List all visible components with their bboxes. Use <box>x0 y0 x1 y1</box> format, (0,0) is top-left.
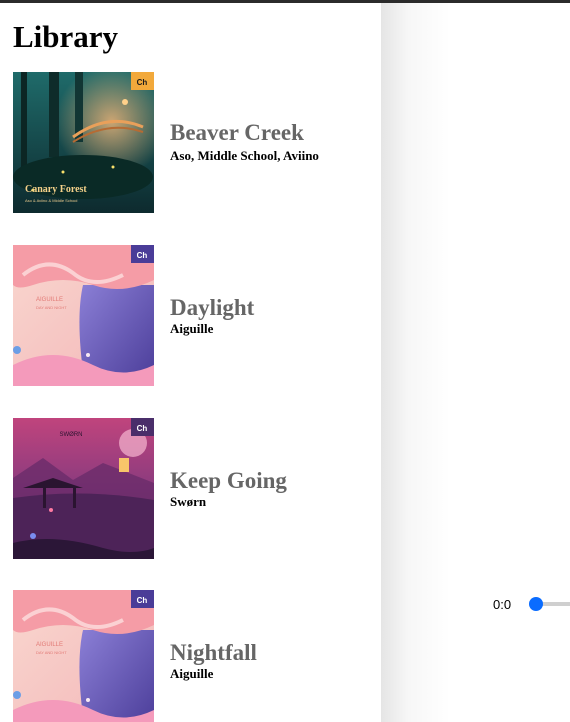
cover-subtext: Aso & Aviino & Middle School <box>25 198 78 203</box>
cover-badge: Ch <box>137 596 148 605</box>
album-cover: Ch AIGUILLE DAY AND NIGHT <box>13 590 154 722</box>
player-panel <box>451 3 570 722</box>
cover-badge: Ch <box>137 251 148 260</box>
cover-badge: Ch <box>137 78 148 87</box>
track-item-keep-going[interactable]: Ch SWØRN Keep Going Swørn <box>13 418 373 559</box>
album-cover: Ch Canary Forest Aso & Aviino & Middle S… <box>13 72 154 213</box>
cover-text: SWØRN <box>60 432 83 438</box>
track-title: Nightfall <box>170 640 257 665</box>
cover-subtext: DAY AND NIGHT <box>36 650 67 655</box>
track-title: Keep Going <box>170 468 287 493</box>
track-artist: Aiguille <box>170 666 214 681</box>
library-title: Library <box>13 19 119 54</box>
cover-text: AIGUILLE <box>36 297 63 303</box>
album-cover: Ch AIGUILLE DAY AND NIGHT <box>13 245 154 386</box>
track-item-nightfall[interactable]: Ch AIGUILLE DAY AND NIGHT Nightfall Aigu… <box>13 590 373 722</box>
library-panel: Library Ch Canary Forest Aso & Aviino & … <box>0 3 381 722</box>
track-item-daylight[interactable]: Ch AIGUILLE DAY AND NIGHT Daylight Aigui… <box>13 245 373 386</box>
panel-shadow <box>381 3 451 722</box>
track-artist: Aso, Middle School, Aviino <box>170 148 319 163</box>
current-time: 0:0 <box>493 597 512 612</box>
progress-slider-thumb[interactable] <box>529 597 543 611</box>
track-artist: Swørn <box>170 494 207 509</box>
cover-badge: Ch <box>137 424 148 433</box>
track-item-beaver-creek[interactable]: Ch Canary Forest Aso & Aviino & Middle S… <box>13 72 373 213</box>
track-title: Daylight <box>170 295 255 320</box>
cover-subtext: DAY AND NIGHT <box>36 305 67 310</box>
track-title: Beaver Creek <box>170 120 304 145</box>
track-artist: Aiguille <box>170 321 214 336</box>
album-cover: Ch SWØRN <box>13 418 154 559</box>
cover-text: Canary Forest <box>25 184 87 195</box>
cover-text: AIGUILLE <box>36 642 63 648</box>
